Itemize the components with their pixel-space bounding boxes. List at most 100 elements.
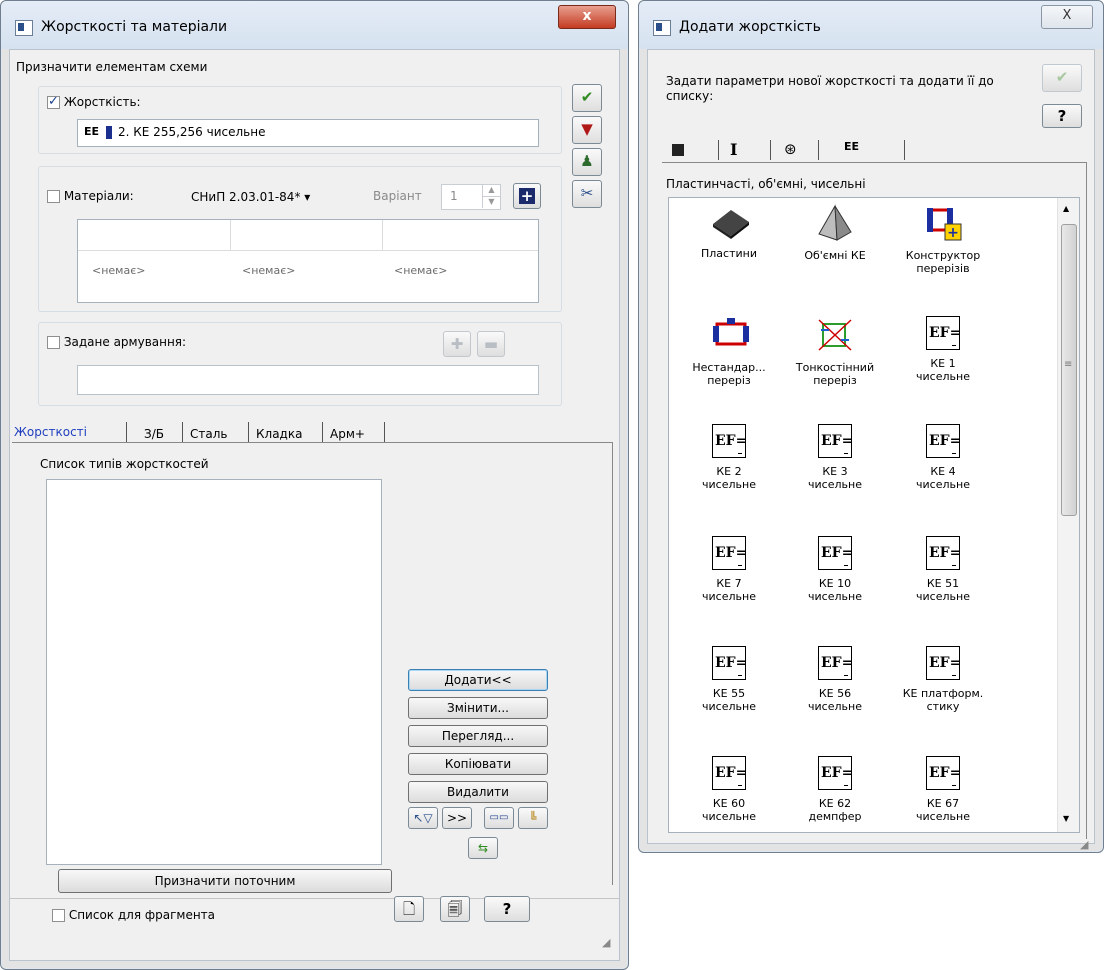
table-button[interactable]: ▭▭ [484, 807, 514, 829]
tab-steel[interactable]: Сталь [190, 427, 227, 441]
stiffness-type-list[interactable] [46, 479, 382, 865]
catalog-item[interactable]: EF= КЕ 56 чисельне [783, 646, 887, 713]
tab-reinforcement-plus[interactable]: Арм+ [330, 427, 365, 441]
tab-masonry[interactable]: Кладка [256, 427, 302, 441]
catalog-item[interactable]: Тонкостінний переріз [783, 316, 887, 387]
cut-button[interactable]: ✂ [572, 180, 602, 208]
fragment-checkbox[interactable] [52, 909, 65, 922]
catalog-item[interactable]: EF= КЕ 4 чисельне [891, 424, 995, 491]
ef-icon: EF= [926, 316, 960, 350]
spin-down-icon[interactable]: ▼ [482, 197, 500, 208]
section-title: Пластинчасті, об'ємні, чисельні [666, 177, 866, 191]
apply-button[interactable]: ✔ [572, 84, 602, 112]
materials-cell: <немає> [394, 264, 448, 277]
materials-table-header [78, 220, 538, 251]
check-icon: ✔ [1055, 68, 1069, 86]
catalog-item[interactable]: Нестандар... переріз [677, 316, 781, 387]
assign-current-button[interactable]: Призначити поточним [58, 869, 392, 893]
catalog-item[interactable]: EF= КЕ 67 чисельне [891, 756, 995, 823]
add-material-button[interactable]: + [513, 183, 541, 209]
reinforcement-field[interactable] [77, 365, 539, 395]
thin-wall-section-icon [815, 316, 855, 352]
catalog-item[interactable]: EF= КЕ 1 чисельне [891, 316, 995, 383]
remove-reinforcement-button[interactable]: ▬ [477, 331, 505, 357]
plus-icon: ✚ [450, 335, 464, 353]
apply-button[interactable]: ✔ [1042, 64, 1082, 92]
double-chevron-right-icon: >> [446, 811, 468, 825]
filter-button[interactable]: ▼ [572, 116, 602, 144]
catalog-item[interactable]: EF= КЕ 3 чисельне [783, 424, 887, 491]
tab-circle-section-icon[interactable]: ⊛ [784, 140, 797, 158]
resize-grip-icon[interactable]: ◢ [602, 936, 610, 949]
materials-group: Матеріали: СНиП 2.03.01-84* ▾ Варіант 1 … [38, 166, 562, 312]
stiffness-field[interactable]: EE 2. КЕ 255,256 чисельне [77, 119, 539, 147]
color-swatch-icon [106, 126, 112, 139]
catalog-item[interactable]: EF= КЕ 2 чисельне [677, 424, 781, 491]
scrollbar[interactable]: ▲ ≡ ▼ [1057, 198, 1079, 832]
catalog-item-label: Конструктор перерізів [905, 249, 981, 275]
catalog-item[interactable]: EF= КЕ 51 чисельне [891, 536, 995, 603]
materials-checkbox[interactable] [47, 190, 60, 203]
close-button[interactable]: x [558, 5, 616, 29]
save-document-button[interactable]: 🗐 [440, 896, 470, 922]
swap-button[interactable]: ⇆ [468, 837, 498, 859]
catalog-item-label: Об'ємні КЕ [804, 249, 866, 262]
stiffness-checkbox[interactable] [47, 94, 60, 109]
help-button[interactable]: ? [1042, 104, 1082, 128]
help-button[interactable]: ? [484, 896, 530, 922]
select-filter-button[interactable]: ↖▽ [408, 807, 438, 829]
catalog-item[interactable]: EF= КЕ 7 чисельне [677, 536, 781, 603]
variant-spinner[interactable]: 1 ▲ ▼ [441, 184, 501, 210]
add-reinforcement-button[interactable]: ✚ [443, 331, 471, 357]
reinforcement-checkbox[interactable] [47, 336, 60, 349]
variant-label: Варіант [373, 189, 422, 203]
window-title: Додати жорсткість [679, 19, 821, 35]
materials-checkbox-wrap[interactable]: Матеріали: [47, 189, 134, 203]
scroll-up-icon[interactable]: ▲ [1063, 204, 1069, 213]
assign-heading: Призначити елементам схеми [16, 60, 208, 74]
materials-cell: <немає> [92, 264, 146, 277]
left-titlebar[interactable]: Жорсткості та матеріали x [1, 1, 628, 49]
stiffness-catalog-list[interactable]: Пластини Об'ємні КЕ + Конструктор перерізів… [668, 197, 1080, 833]
ef-icon: EF= [818, 756, 852, 790]
scroll-down-icon[interactable]: ▼ [1063, 814, 1069, 823]
right-client-area: Задати параметри нової жорсткості та дод… [647, 49, 1095, 851]
catalog-item[interactable]: EF= КЕ 55 чисельне [677, 646, 781, 713]
pin-icon: ♟ [580, 152, 594, 170]
tab-ibeam-icon[interactable]: I [730, 140, 737, 159]
right-titlebar[interactable]: Додати жорсткість X [639, 1, 1103, 49]
catalog-item[interactable]: + Конструктор перерізів [891, 204, 995, 275]
pin-button[interactable]: ♟ [572, 148, 602, 176]
standard-value: СНиП 2.03.01-84* [191, 190, 301, 204]
catalog-item[interactable]: Об'ємні КЕ [783, 204, 887, 262]
tab-stiffness[interactable]: Жорсткості [14, 425, 87, 439]
spin-up-icon[interactable]: ▲ [482, 185, 500, 197]
document-button[interactable]: 🗋 [394, 896, 424, 922]
stiffness-checkbox-wrap[interactable]: Жорсткість: [47, 94, 141, 109]
expand-button[interactable]: >> [442, 807, 472, 829]
catalog-item[interactable]: EF= КЕ 10 чисельне [783, 536, 887, 603]
chart-button[interactable]: ╚ [518, 807, 548, 829]
reinforcement-checkbox-wrap[interactable]: Задане армування: [47, 335, 186, 349]
scrollbar-thumb[interactable]: ≡ [1061, 224, 1077, 516]
catalog-item[interactable]: EF= КЕ 60 чисельне [677, 756, 781, 823]
tab-hatch-icon[interactable] [672, 144, 684, 156]
standard-dropdown[interactable]: СНиП 2.03.01-84* ▾ [191, 190, 310, 204]
fragment-checkbox-wrap[interactable]: Список для фрагмента [52, 908, 215, 922]
catalog-item[interactable]: EF= КЕ 62 демпфер [783, 756, 887, 823]
delete-button[interactable]: Видалити [408, 781, 548, 803]
grip-icon: ≡ [1064, 359, 1073, 370]
resize-grip-icon[interactable]: ◢ [1080, 838, 1088, 851]
catalog-item[interactable]: Пластини [677, 204, 781, 260]
tab-ee-icon[interactable]: EE [844, 140, 859, 153]
change-button[interactable]: Змінити... [408, 697, 548, 719]
close-button[interactable]: X [1041, 5, 1093, 29]
catalog-item-label: Пластини [701, 247, 757, 260]
catalog-item[interactable]: EF= КЕ платформ. стику [891, 646, 995, 713]
copy-button[interactable]: Копіювати [408, 753, 548, 775]
add-button[interactable]: Додати<< [408, 669, 548, 691]
tab-reinforced-concrete[interactable]: З/Б [144, 427, 164, 441]
svg-text:+: + [947, 225, 959, 241]
view-button[interactable]: Перегляд... [408, 725, 548, 747]
filter-icon: ▼ [581, 120, 593, 138]
